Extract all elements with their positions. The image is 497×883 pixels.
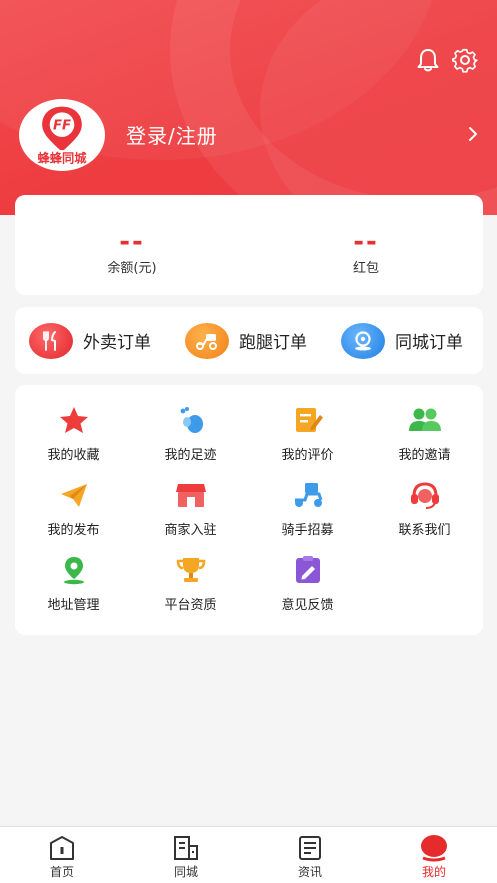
city-orders-button[interactable]: 同城订单 bbox=[341, 307, 463, 374]
fork-knife-icon bbox=[29, 322, 73, 359]
news-icon bbox=[299, 836, 321, 860]
tab-home[interactable]: 首页 bbox=[0, 827, 124, 883]
red-packet-label: 红包 bbox=[352, 261, 379, 276]
my-reviews-button[interactable]: 我的评价 bbox=[249, 385, 366, 463]
paper-plane-icon bbox=[61, 484, 87, 507]
location-icon bbox=[341, 322, 385, 359]
my-invitations-button[interactable]: 我的邀请 bbox=[366, 385, 483, 463]
tab-label: 我的 bbox=[421, 865, 446, 879]
delivery-bike-icon bbox=[295, 483, 323, 507]
logo-mark: FF bbox=[53, 118, 71, 133]
balance-label: 余额(元) bbox=[107, 261, 157, 276]
errand-orders-button[interactable]: 跑腿订单 bbox=[185, 307, 307, 374]
avatar[interactable]: FF 蜂蜂同城 bbox=[19, 99, 105, 171]
balance-item[interactable]: -- 余额(元) bbox=[15, 195, 249, 295]
city-icon bbox=[174, 836, 198, 860]
address-management-button[interactable]: 地址管理 bbox=[15, 535, 132, 613]
home-icon bbox=[50, 836, 74, 860]
takeout-orders-button[interactable]: 外卖订单 bbox=[29, 307, 151, 374]
errand-orders-label: 跑腿订单 bbox=[239, 333, 307, 353]
my-footprints-button[interactable]: 我的足迹 bbox=[132, 385, 249, 463]
merchant-join-button[interactable]: 商家入驻 bbox=[132, 460, 249, 538]
menu-label: 联系我们 bbox=[398, 523, 451, 538]
my-posts-button[interactable]: 我的发布 bbox=[15, 460, 132, 538]
scooter-icon bbox=[185, 322, 229, 359]
edit-note-icon bbox=[296, 408, 323, 432]
profile-icon bbox=[421, 835, 447, 862]
brand-logo-icon: FF 蜂蜂同城 bbox=[21, 101, 103, 169]
contact-us-button[interactable]: 联系我们 bbox=[366, 460, 483, 538]
menu-label: 意见反馈 bbox=[281, 598, 334, 613]
city-orders-label: 同城订单 bbox=[395, 333, 463, 353]
logo-text: 蜂蜂同城 bbox=[37, 150, 87, 165]
feedback-button[interactable]: 意见反馈 bbox=[249, 535, 366, 613]
tab-label: 资讯 bbox=[297, 865, 322, 879]
balance-value: -- bbox=[119, 227, 145, 257]
star-icon bbox=[60, 407, 88, 433]
takeout-orders-label: 外卖订单 bbox=[83, 333, 151, 353]
tab-news[interactable]: 资讯 bbox=[248, 827, 372, 883]
gear-icon[interactable] bbox=[452, 47, 478, 73]
login-register-link[interactable]: 登录/注册 bbox=[126, 120, 218, 149]
red-packet-item[interactable]: -- 红包 bbox=[249, 195, 483, 295]
tab-label: 同城 bbox=[173, 865, 198, 879]
tab-city[interactable]: 同城 bbox=[124, 827, 248, 883]
map-pin-icon bbox=[64, 557, 84, 585]
my-favorites-button[interactable]: 我的收藏 bbox=[15, 385, 132, 463]
trophy-icon bbox=[176, 558, 206, 582]
platform-qualification-button[interactable]: 平台资质 bbox=[132, 535, 249, 613]
feedback-icon bbox=[296, 556, 320, 583]
menu-label: 平台资质 bbox=[164, 598, 217, 613]
users-icon bbox=[409, 408, 441, 431]
services-grid: 我的收藏 我的足迹 我的评价 我的邀请 我的发布 商家入驻 骑手招募 联系我们 … bbox=[15, 385, 483, 635]
profile-header: FF 蜂蜂同城 登录/注册 bbox=[0, 0, 497, 215]
header-decoration bbox=[260, 0, 497, 215]
footprint-icon bbox=[180, 407, 203, 433]
balance-card: -- 余额(元) -- 红包 bbox=[15, 195, 483, 295]
red-packet-value: -- bbox=[353, 227, 379, 257]
chevron-right-icon[interactable] bbox=[466, 125, 480, 143]
bell-icon[interactable] bbox=[415, 47, 441, 73]
shop-icon bbox=[176, 484, 206, 507]
tab-label: 首页 bbox=[49, 865, 74, 879]
bottom-tab-bar: 首页 同城 资讯 我的 bbox=[0, 826, 497, 883]
headset-icon bbox=[411, 482, 439, 509]
rider-recruitment-button[interactable]: 骑手招募 bbox=[249, 460, 366, 538]
tab-profile[interactable]: 我的 bbox=[372, 827, 496, 883]
orders-card: 外卖订单 跑腿订单 同城订单 bbox=[15, 307, 483, 374]
menu-label: 地址管理 bbox=[47, 598, 100, 613]
